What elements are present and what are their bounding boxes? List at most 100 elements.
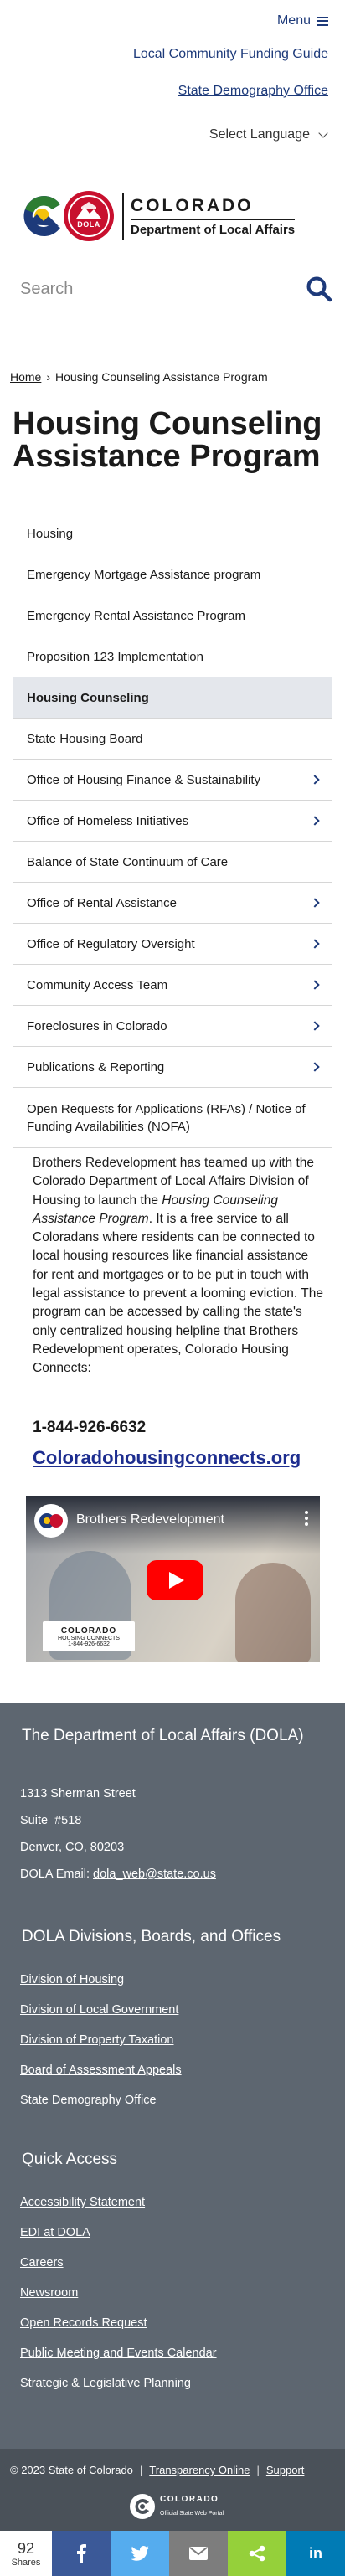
share-facebook-button[interactable] [52, 2531, 111, 2576]
footer-link-public-meeting-calendar[interactable]: Public Meeting and Events Calendar [20, 2347, 217, 2360]
page-title: Housing Counseling Assistance Program [13, 406, 322, 474]
search-bar [0, 268, 345, 315]
logo-wordmark: COLORADO Department of Local Affairs [131, 195, 296, 237]
site-logo[interactable]: DOLA COLORADO Department of Local Affair… [18, 191, 296, 241]
facebook-icon [77, 2544, 86, 2563]
sidebar-item-state-housing-board[interactable]: State Housing Board [13, 719, 332, 760]
footer-link-division-of-local-government[interactable]: Division of Local Government [20, 2003, 178, 2017]
footer-email-link[interactable]: dola_web@state.co.us [93, 1868, 216, 1881]
sidebar-item-label: Office of Housing Finance & Sustainabili… [27, 772, 261, 787]
intro-paragraph: Brothers Redevelopment has teamed up wit… [33, 1154, 326, 1378]
colorado-housing-connects-link[interactable]: Coloradohousingconnects.org [33, 1447, 301, 1469]
sidebar-item-community-access-team[interactable]: Community Access Team [13, 965, 332, 1006]
footer-address-line-1: 1313 Sherman Street [20, 1787, 136, 1801]
footer-email-label: DOLA Email: [20, 1868, 94, 1881]
sidebar-item-label: Publications & Reporting [27, 1059, 165, 1074]
share-email-button[interactable] [169, 2531, 228, 2576]
footer-link-open-records-request[interactable]: Open Records Request [20, 2316, 147, 2330]
footer-link-board-of-assessment-appeals[interactable]: Board of Assessment Appeals [20, 2063, 182, 2077]
footer-link-strategic-legislative-planning[interactable]: Strategic & Legislative Planning [20, 2377, 191, 2390]
sidebar-item-label: Foreclosures in Colorado [27, 1018, 167, 1033]
sidebar-item-foreclosures-in-colorado[interactable]: Foreclosures in Colorado [13, 1006, 332, 1047]
play-button-icon[interactable] [147, 1560, 203, 1600]
side-navigation: Housing Emergency Mortgage Assistance pro… [13, 513, 332, 1148]
breadcrumb-home-link[interactable]: Home [10, 370, 41, 384]
footer-email-row: DOLA Email: dola_web@state.co.us [20, 1868, 216, 1881]
video-brand-badge: COLORADO HOUSING CONNECTS 1-844-926-6632 [43, 1621, 135, 1651]
sidebar-item-office-of-homeless-initiatives[interactable]: Office of Homeless Initiatives [13, 801, 332, 842]
sidebar-item-emergency-mortgage-assistance-program[interactable]: Emergency Mortgage Assistance program [13, 554, 332, 595]
menu-button[interactable]: Menu [277, 13, 328, 28]
sidebar-item-office-of-rental-assistance[interactable]: Office of Rental Assistance [13, 883, 332, 924]
share-generic-button[interactable] [228, 2531, 286, 2576]
dola-seal-icon: DOLA [64, 191, 114, 241]
footer-link-division-of-housing[interactable]: Division of Housing [20, 1973, 124, 1986]
sidebar-item-balance-of-state-continuum-of-care[interactable]: Balance of State Continuum of Care [13, 842, 332, 883]
chevron-right-icon[interactable] [310, 980, 320, 990]
local-community-funding-guide-link[interactable]: Local Community Funding Guide [133, 47, 328, 62]
sidebar-item-housing[interactable]: Housing [13, 513, 332, 554]
video-title[interactable]: Brothers Redevelopment [76, 1512, 224, 1528]
sidebar-item-label: Emergency Rental Assistance Program [27, 608, 245, 623]
sidebar-item-proposition-123-implementation[interactable]: Proposition 123 Implementation [13, 636, 332, 677]
chevron-right-icon[interactable] [310, 816, 320, 826]
footer-link-edi-at-dola[interactable]: EDI at DOLA [20, 2226, 90, 2239]
utility-header: Menu Local Community Funding Guide State… [0, 0, 345, 151]
state-demography-office-link[interactable]: State Demography Office [178, 84, 328, 99]
more-options-icon[interactable] [305, 1511, 308, 1526]
chevron-right-icon[interactable] [310, 1021, 320, 1031]
logo-divider [122, 193, 124, 240]
footer-link-careers[interactable]: Careers [20, 2256, 64, 2269]
language-select-label: Select Language [209, 127, 310, 142]
sidebar-item-label: Emergency Mortgage Assistance program [27, 567, 261, 582]
youtube-video-embed[interactable]: Brothers Redevelopment COLORADO HOUSING … [26, 1496, 320, 1662]
helpline-phone[interactable]: 1-844-926-6632 [33, 1419, 146, 1437]
email-icon [189, 2547, 208, 2560]
sidebar-item-label: State Housing Board [27, 731, 143, 746]
portal-name: COLORADO [160, 2494, 219, 2504]
sidebar-item-label: Balance of State Continuum of Care [27, 854, 229, 869]
sidebar-item-open-requests-for-applications-rfas-noti[interactable]: Open Requests for Applications (RFAs) / … [13, 1088, 332, 1148]
search-icon[interactable] [305, 275, 333, 303]
portal-subtitle: Official State Web Portal [160, 2510, 224, 2517]
menu-label: Menu [276, 13, 311, 28]
share-count-label: Shares [11, 2557, 41, 2568]
copyright-text: © 2023 State of Colorado [10, 2464, 133, 2476]
chevron-right-icon[interactable] [310, 775, 320, 785]
chevron-right-icon[interactable] [310, 939, 320, 949]
footer-quick-access-heading: Quick Access [22, 2151, 118, 2168]
colorado-portal-logo[interactable]: COLORADO Official State Web Portal [130, 2494, 224, 2519]
legal-separator: | [256, 2464, 260, 2476]
sidebar-item-publications-reporting[interactable]: Publications & Reporting [13, 1047, 332, 1088]
footer-link-division-of-property-taxation[interactable]: Division of Property Taxation [20, 2033, 174, 2047]
channel-logo-icon[interactable] [34, 1504, 68, 1538]
chevron-right-icon[interactable] [310, 898, 320, 908]
sidebar-item-label: Office of Regulatory Oversight [27, 936, 195, 951]
sub-footer: © 2023 State of Colorado | Transparency … [0, 2449, 345, 2531]
language-select[interactable]: Select Language [209, 127, 328, 142]
footer-address-line-2: Suite #518 [20, 1814, 82, 1827]
sidebar-item-office-of-housing-finance-sustainability[interactable]: Office of Housing Finance & Sustainabili… [13, 760, 332, 801]
transparency-online-link[interactable]: Transparency Online [149, 2464, 250, 2476]
footer-divisions-heading: DOLA Divisions, Boards, and Offices [22, 1928, 281, 1945]
sidebar-item-housing-counseling[interactable]: Housing Counseling [13, 677, 332, 719]
share-count: 92 Shares [0, 2531, 52, 2576]
hamburger-icon [317, 16, 328, 26]
sidebar-item-office-of-regulatory-oversight[interactable]: Office of Regulatory Oversight [13, 924, 332, 965]
footer-link-accessibility-statement[interactable]: Accessibility Statement [20, 2196, 145, 2209]
support-link[interactable]: Support [266, 2464, 305, 2476]
chevron-right-icon[interactable] [310, 1062, 320, 1072]
footer-link-state-demography-office[interactable]: State Demography Office [20, 2094, 157, 2107]
breadcrumb-current: Housing Counseling Assistance Program [55, 370, 268, 384]
share-linkedin-button[interactable]: in [286, 2531, 345, 2576]
footer-address-line-3: Denver, CO, 80203 [20, 1841, 125, 1854]
footer-dola-heading: The Department of Local Affairs (DOLA) [22, 1727, 304, 1744]
colorado-c-logo-icon [23, 196, 60, 236]
share-count-number: 92 [17, 2539, 35, 2557]
footer-link-newsroom[interactable]: Newsroom [20, 2286, 78, 2300]
sidebar-item-label: Housing Counseling [27, 690, 149, 705]
search-input[interactable] [20, 280, 271, 299]
logo-state-name: COLORADO [131, 195, 254, 215]
share-twitter-button[interactable] [111, 2531, 169, 2576]
sidebar-item-emergency-rental-assistance-program[interactable]: Emergency Rental Assistance Program [13, 595, 332, 636]
